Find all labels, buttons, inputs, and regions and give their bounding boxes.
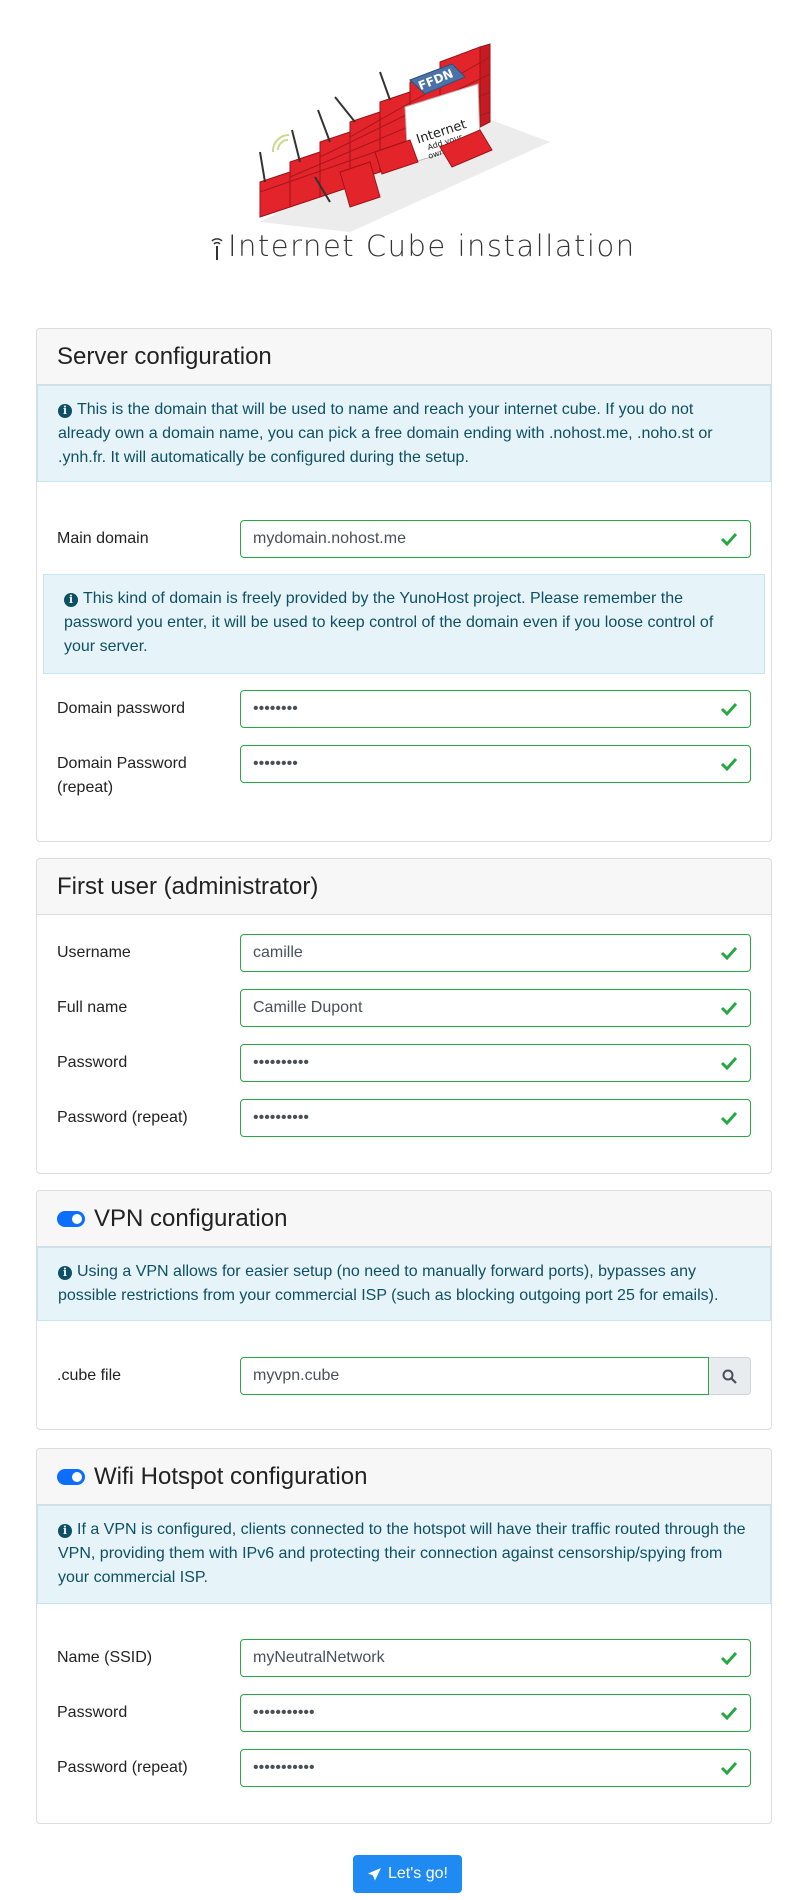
username-input[interactable]: camille xyxy=(240,934,751,972)
username-label: Username xyxy=(57,944,131,961)
check-icon xyxy=(720,1001,738,1015)
username-value: camille xyxy=(253,944,303,961)
wifi-password-label: Password xyxy=(57,1704,128,1721)
domain-info-alert: i This kind of domain is freely provided … xyxy=(43,574,765,674)
page-title: Internet Cube installation xyxy=(228,229,636,263)
cube-file-input-group: myvpn.cube xyxy=(240,1357,751,1395)
server-info-text: This is the domain that will be used to … xyxy=(58,401,713,466)
vpn-configuration-card: VPN configuration i Using a VPN allows fo… xyxy=(36,1190,772,1430)
check-icon xyxy=(720,702,738,716)
info-icon: i xyxy=(58,404,72,418)
rocket-icon xyxy=(368,1867,381,1880)
user-password-input[interactable]: •••••••••• xyxy=(240,1044,751,1082)
user-password-label: Password xyxy=(57,1054,128,1071)
info-icon: i xyxy=(58,1524,72,1538)
wifi-password-input[interactable]: ••••••••••• xyxy=(240,1694,751,1732)
browse-file-button[interactable] xyxy=(709,1357,751,1395)
domain-info-text: This kind of domain is freely provided b… xyxy=(64,590,714,655)
ssid-input[interactable]: myNeutralNetwork xyxy=(240,1639,751,1677)
check-icon xyxy=(720,1761,738,1775)
wifi-password-row: Password ••••••••••• xyxy=(57,1694,751,1732)
wifi-hotspot-title: Wifi Hotspot configuration xyxy=(94,1462,368,1490)
wifi-password-repeat-row: Password (repeat) ••••••••••• xyxy=(57,1749,751,1787)
check-icon xyxy=(720,757,738,771)
main-domain-row: Main domain mydomain.nohost.me xyxy=(57,520,751,558)
first-user-card: First user (administrator) Username cami… xyxy=(36,858,772,1174)
server-configuration-title: Server configuration xyxy=(57,342,272,370)
vpn-toggle-switch[interactable] xyxy=(57,1210,85,1227)
fullname-label: Full name xyxy=(57,999,128,1016)
submit-button[interactable]: Let's go! xyxy=(353,1855,462,1893)
wifi-password-repeat-label: Password (repeat) xyxy=(57,1759,188,1776)
wifi-info-alert: i If a VPN is configured, clients connect… xyxy=(37,1505,771,1604)
domain-password-label: Domain password xyxy=(57,700,186,717)
vpn-info-alert: i Using a VPN allows for easier setup (no… xyxy=(37,1247,771,1321)
domain-password-repeat-input[interactable]: •••••••• xyxy=(240,745,751,783)
wifi-password-repeat-value: ••••••••••• xyxy=(253,1759,315,1776)
check-icon xyxy=(720,1706,738,1720)
main-domain-value: mydomain.nohost.me xyxy=(253,530,406,547)
main-domain-label: Main domain xyxy=(57,530,149,547)
ssid-value: myNeutralNetwork xyxy=(253,1649,385,1666)
cube-file-row: .cube file myvpn.cube xyxy=(57,1357,751,1395)
first-user-title: First user (administrator) xyxy=(57,872,319,900)
first-user-header: First user (administrator) xyxy=(37,859,771,915)
ssid-label: Name (SSID) xyxy=(57,1649,153,1666)
vpn-info-text: Using a VPN allows for easier setup (no … xyxy=(58,1263,719,1304)
domain-password-repeat-label: Domain Password (repeat) xyxy=(57,755,187,796)
vpn-configuration-title: VPN configuration xyxy=(94,1204,288,1232)
user-password-repeat-label: Password (repeat) xyxy=(57,1109,188,1126)
wifi-info-text: If a VPN is configured, clients connecte… xyxy=(58,1521,746,1586)
fullname-value: Camille Dupont xyxy=(253,999,363,1016)
submit-button-label: Let's go! xyxy=(388,1865,448,1882)
vpn-configuration-header: VPN configuration xyxy=(37,1191,771,1247)
fullname-row: Full name Camille Dupont xyxy=(57,989,751,1027)
check-icon xyxy=(720,532,738,546)
domain-password-row: Domain password •••••••• xyxy=(57,690,751,728)
user-password-row: Password •••••••••• xyxy=(57,1044,751,1082)
page-header: FFDN Internet Add your own Cube! Interne… xyxy=(0,0,800,305)
info-icon: i xyxy=(58,1266,72,1280)
wifi-toggle-switch[interactable] xyxy=(57,1468,85,1485)
cube-file-input[interactable]: myvpn.cube xyxy=(240,1357,709,1395)
username-row: Username camille xyxy=(57,934,751,972)
wifi-antenna-icon xyxy=(211,238,223,260)
domain-password-repeat-row: Domain Password (repeat) •••••••• xyxy=(57,745,751,800)
user-password-repeat-value: •••••••••• xyxy=(253,1109,310,1126)
server-configuration-card: Server configuration i This is the domain… xyxy=(36,328,772,842)
wifi-password-repeat-input[interactable]: ••••••••••• xyxy=(240,1749,751,1787)
info-icon: i xyxy=(64,593,78,607)
domain-password-input[interactable]: •••••••• xyxy=(240,690,751,728)
wifi-hotspot-card: Wifi Hotspot configuration i If a VPN is … xyxy=(36,1448,772,1824)
cube-file-value: myvpn.cube xyxy=(253,1367,340,1384)
domain-password-value: •••••••• xyxy=(253,700,298,717)
wifi-password-value: ••••••••••• xyxy=(253,1704,315,1721)
user-password-repeat-input[interactable]: •••••••••• xyxy=(240,1099,751,1137)
main-domain-input[interactable]: mydomain.nohost.me xyxy=(240,520,751,558)
cube-file-label: .cube file xyxy=(57,1367,122,1384)
check-icon xyxy=(720,1651,738,1665)
user-password-repeat-row: Password (repeat) •••••••••• xyxy=(57,1099,751,1137)
fullname-input[interactable]: Camille Dupont xyxy=(240,989,751,1027)
check-icon xyxy=(720,946,738,960)
wifi-hotspot-header: Wifi Hotspot configuration xyxy=(37,1449,771,1505)
internet-cube-logo: FFDN Internet Add your own Cube! xyxy=(259,43,550,232)
ssid-row: Name (SSID) myNeutralNetwork xyxy=(57,1639,751,1677)
check-icon xyxy=(720,1111,738,1125)
search-icon xyxy=(722,1369,737,1384)
user-password-value: •••••••••• xyxy=(253,1054,310,1071)
check-icon xyxy=(720,1056,738,1070)
server-info-alert: i This is the domain that will be used to… xyxy=(37,385,771,482)
server-configuration-header: Server configuration xyxy=(37,329,771,385)
domain-password-repeat-value: •••••••• xyxy=(253,755,298,772)
